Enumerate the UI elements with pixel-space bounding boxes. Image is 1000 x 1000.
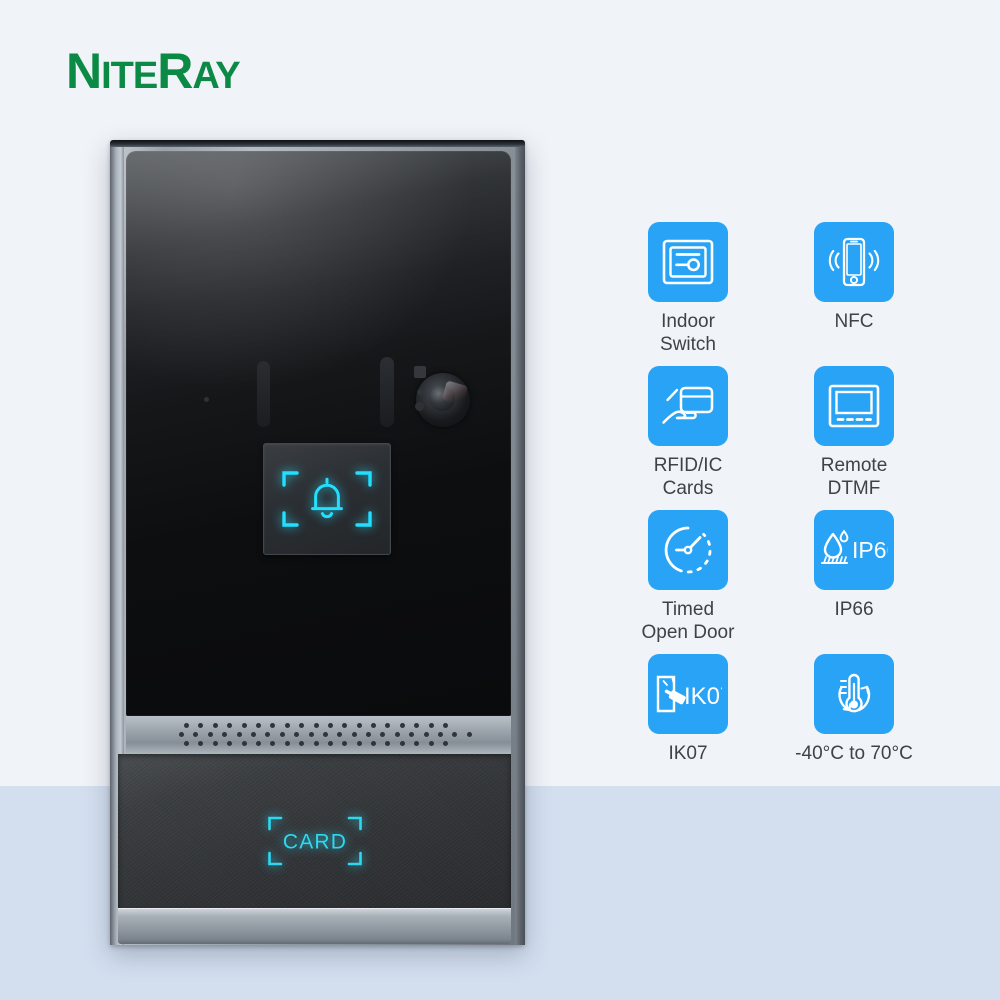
device-right-edge: [515, 144, 525, 945]
feature-item-nfc[interactable]: NFC: [778, 222, 930, 356]
light-sensor-icon: [414, 366, 426, 378]
feature-tile: [648, 366, 728, 446]
feature-tile: [648, 222, 728, 302]
card-focus-brackets-icon: CARD: [267, 816, 362, 866]
sensor-dot-icon: [415, 402, 424, 411]
product-feature-image: NITERAY CARD Indoor Switch NFC RFID/IC C…: [0, 0, 1000, 1000]
card-reader-module: CARD: [118, 754, 511, 910]
feature-label: Remote DTMF: [820, 455, 888, 499]
brand-letters-ay: AY: [192, 55, 240, 97]
bell-icon: [282, 471, 372, 527]
panel-reflection: [126, 151, 511, 349]
feature-item-indoor-switch[interactable]: Indoor Switch: [612, 222, 764, 356]
feature-label: RFID/IC Cards: [653, 455, 723, 499]
grille-row: [179, 732, 472, 737]
feature-item-remote-dtmf[interactable]: Remote DTMF: [778, 366, 930, 500]
grille-row: [184, 723, 472, 728]
card-label: CARD: [282, 831, 346, 854]
feature-tile: [814, 222, 894, 302]
impact-ik07-icon: IK07: [656, 675, 722, 713]
card-reader-target[interactable]: CARD: [267, 815, 363, 872]
ip66-badge-text: IP66: [852, 537, 888, 563]
feature-label: Timed Open Door: [641, 599, 735, 643]
thermometer-icon: [838, 673, 871, 713]
feature-item-rfid-cards[interactable]: RFID/IC Cards: [612, 366, 764, 500]
feature-tile: IK07: [648, 654, 728, 734]
feature-item-timed-open-door[interactable]: Timed Open Door: [612, 510, 764, 644]
feature-tile: [648, 510, 728, 590]
device-top-edge: [110, 140, 525, 147]
feature-tile: [814, 654, 894, 734]
ik07-badge-text: IK07: [684, 683, 722, 710]
brand-logo: NITERAY: [66, 42, 241, 100]
feature-label: NFC: [834, 311, 874, 332]
glass-camera-panel: [126, 151, 511, 716]
rfid-card-hand-icon: [662, 386, 714, 424]
ir-led-left-icon: [257, 361, 270, 427]
monitor-dtmf-icon: [828, 384, 880, 428]
sensor-dot-icon: [417, 389, 423, 395]
feature-label: -40°C to 70°C: [795, 743, 913, 764]
speaker-dot-pattern: [179, 723, 472, 750]
feature-label: Indoor Switch: [660, 311, 716, 355]
water-drop-ip66-icon: IP66: [820, 529, 888, 565]
grille-row: [184, 741, 472, 746]
feature-label: IP66: [834, 599, 874, 620]
brand-letter-n: N: [66, 43, 102, 99]
timer-clock-icon: [664, 526, 712, 574]
feature-item-temperature-range[interactable]: -40°C to 70°C: [778, 654, 930, 765]
feature-item-ik07[interactable]: IK07 IK07: [612, 654, 764, 765]
device-photo: CARD: [110, 140, 525, 945]
feature-item-ip66[interactable]: IP66 IP66: [778, 510, 930, 644]
brand-letters-ite: ITE: [101, 55, 158, 97]
brand-letter-r: R: [157, 43, 193, 99]
feature-label: IK07: [668, 743, 708, 764]
indoor-switch-icon: [662, 239, 714, 285]
feature-grid: Indoor Switch NFC RFID/IC Cards Remote D…: [612, 222, 930, 765]
call-button[interactable]: [263, 443, 391, 555]
nfc-phone-icon: [828, 237, 880, 287]
mic-hole: [204, 397, 209, 402]
device-base-plinth: [118, 908, 511, 944]
ir-led-right-icon: [380, 357, 394, 427]
feature-tile: IP66: [814, 510, 894, 590]
feature-tile: [814, 366, 894, 446]
speaker-grille: [126, 716, 511, 754]
